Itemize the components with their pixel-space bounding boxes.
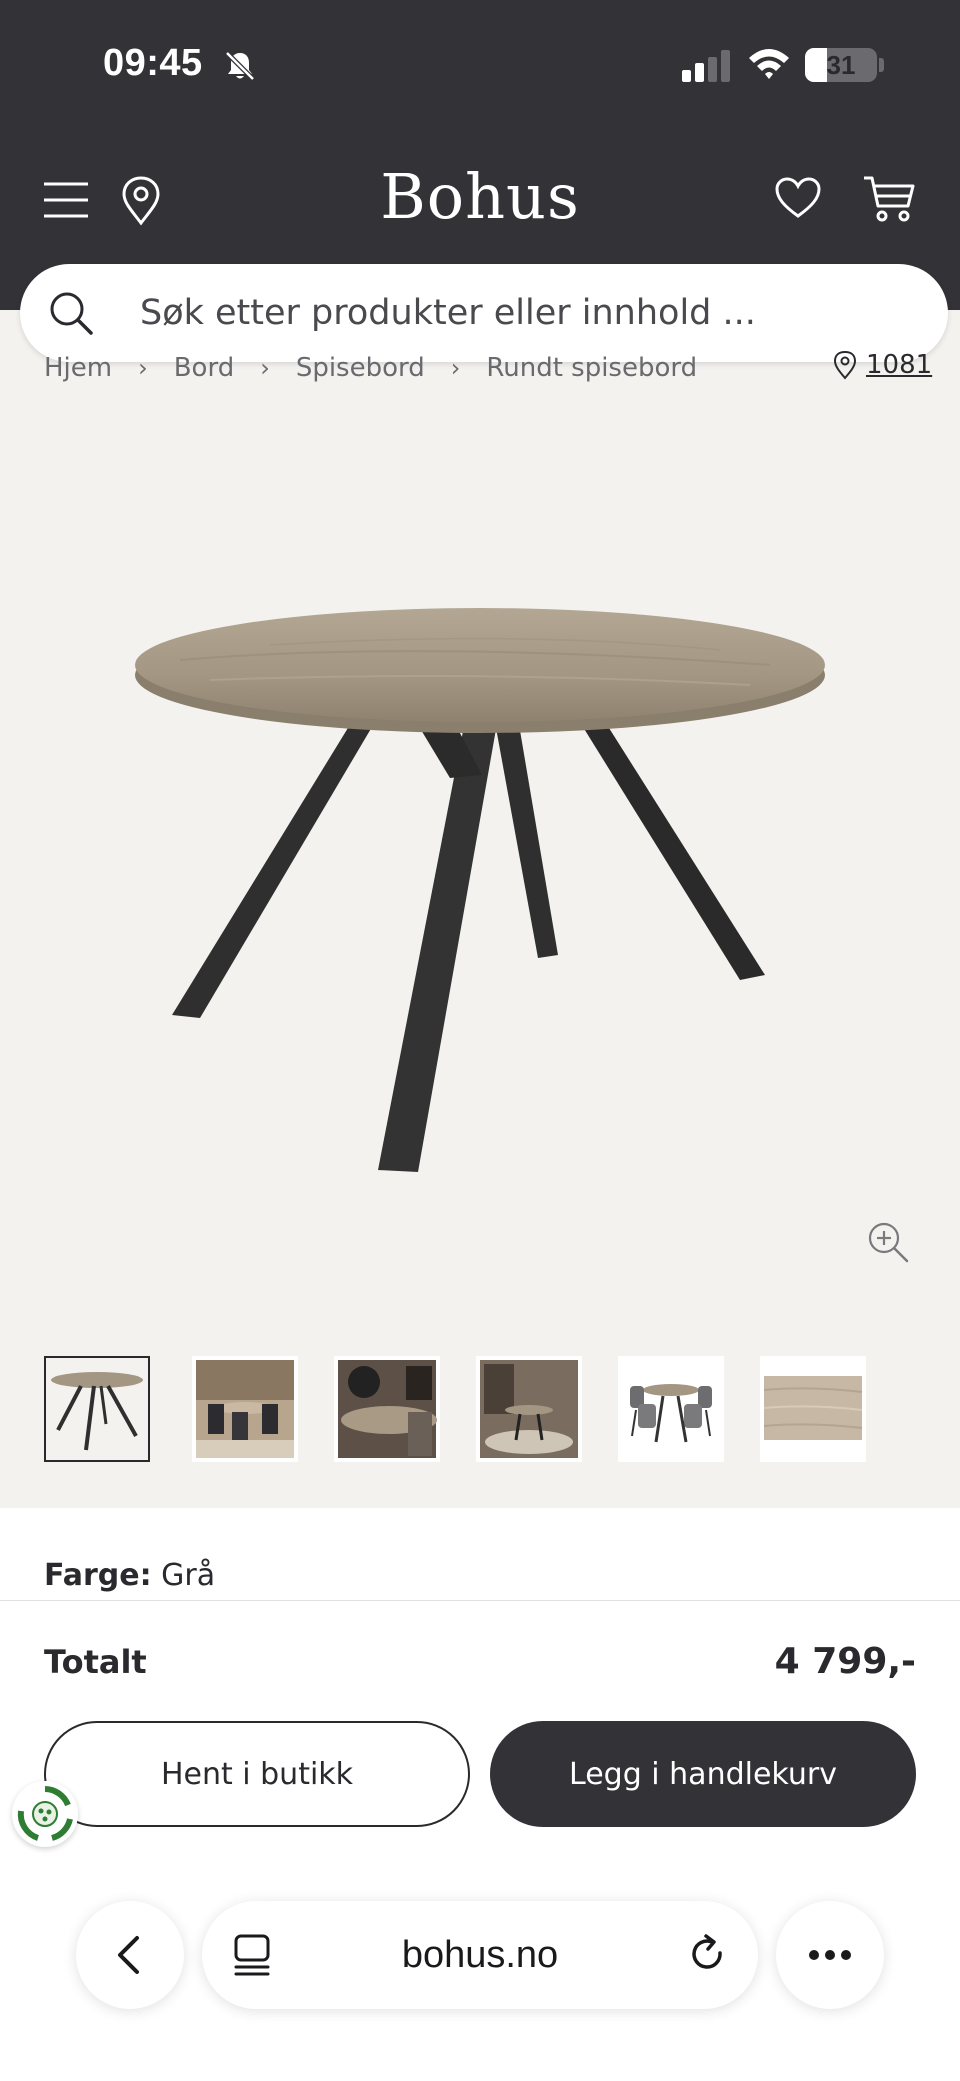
product-image-round-dining-table[interactable] <box>120 560 840 1180</box>
breadcrumb-item-round-dining-tables[interactable]: Rundt spisebord <box>486 353 697 383</box>
browser-more-button[interactable] <box>776 1901 884 2009</box>
location-pin-icon[interactable] <box>120 176 162 226</box>
thumbnail-table-with-chairs-image <box>618 1356 724 1462</box>
status-time: 09:45 <box>103 42 203 84</box>
menu-icon[interactable] <box>44 180 88 220</box>
search-icon <box>50 292 93 335</box>
cart-icon[interactable] <box>862 174 916 224</box>
thumbnail-wood-texture-image <box>760 1356 866 1462</box>
battery-level-text: 31 <box>826 50 856 80</box>
thumbnail-6[interactable] <box>760 1356 866 1462</box>
color-label: Farge: <box>44 1558 152 1593</box>
thumbnail-3[interactable] <box>334 1356 440 1462</box>
browser-back-button[interactable] <box>76 1901 184 2009</box>
search-bar[interactable] <box>20 264 948 362</box>
battery-tip <box>879 58 884 72</box>
purchase-footer: Totalt 4 799,- Hent i butikk Legg i hand… <box>0 1600 960 2081</box>
breadcrumb: Hjem › Bord › Spisebord › Rundt spisebor… <box>44 350 697 386</box>
breadcrumb-item-dining-tables[interactable]: Spisebord <box>296 353 425 383</box>
total-price: 4 799,- <box>774 1641 916 1682</box>
product-thumbnails <box>44 1356 924 1464</box>
breadcrumb-separator: › <box>450 354 461 382</box>
heart-icon[interactable] <box>774 176 822 220</box>
battery-indicator: 31 <box>805 48 877 82</box>
bell-muted-icon <box>225 51 255 81</box>
chevron-left-icon <box>118 1936 139 1974</box>
wifi-icon <box>749 49 789 79</box>
bohus-logo[interactable]: Bohus <box>330 160 630 233</box>
thumbnail-1[interactable] <box>44 1356 150 1462</box>
breadcrumb-item-tables[interactable]: Bord <box>174 353 234 383</box>
reload-icon[interactable] <box>686 1933 730 1977</box>
cellular-signal-icon <box>682 50 730 82</box>
total-label: Totalt <box>44 1643 147 1681</box>
location-pin-icon <box>833 350 857 380</box>
thumbnail-table-closeup-image <box>334 1356 440 1462</box>
search-input[interactable] <box>140 264 920 362</box>
breadcrumb-item-home[interactable]: Hjem <box>44 353 112 383</box>
browser-address-bar[interactable]: bohus.no <box>202 1901 758 2009</box>
thumbnail-dining-room-image <box>192 1356 298 1462</box>
selected-store[interactable]: 1081 <box>832 350 932 380</box>
breadcrumb-separator: › <box>138 354 148 382</box>
thumbnail-4[interactable] <box>476 1356 582 1462</box>
thumbnail-5[interactable] <box>618 1356 724 1462</box>
zoom-in-icon[interactable] <box>866 1220 910 1264</box>
thumbnail-room-setting-image <box>476 1356 582 1462</box>
more-horizontal-icon <box>809 1950 851 1960</box>
color-selection: Farge: Grå <box>44 1558 215 1593</box>
add-to-cart-button[interactable]: Legg i handlekurv <box>490 1721 916 1827</box>
browser-url-text[interactable]: bohus.no <box>202 1901 758 2009</box>
pickup-in-store-button[interactable]: Hent i butikk <box>44 1721 470 1827</box>
color-value: Grå <box>161 1558 216 1593</box>
product-details: Farge: Grå <box>0 1508 960 1608</box>
thumbnail-table-image <box>46 1358 148 1460</box>
store-number[interactable]: 1081 <box>866 350 932 380</box>
recycle-badge-icon[interactable] <box>12 1781 78 1847</box>
thumbnail-2[interactable] <box>192 1356 298 1462</box>
breadcrumb-separator: › <box>260 354 270 382</box>
